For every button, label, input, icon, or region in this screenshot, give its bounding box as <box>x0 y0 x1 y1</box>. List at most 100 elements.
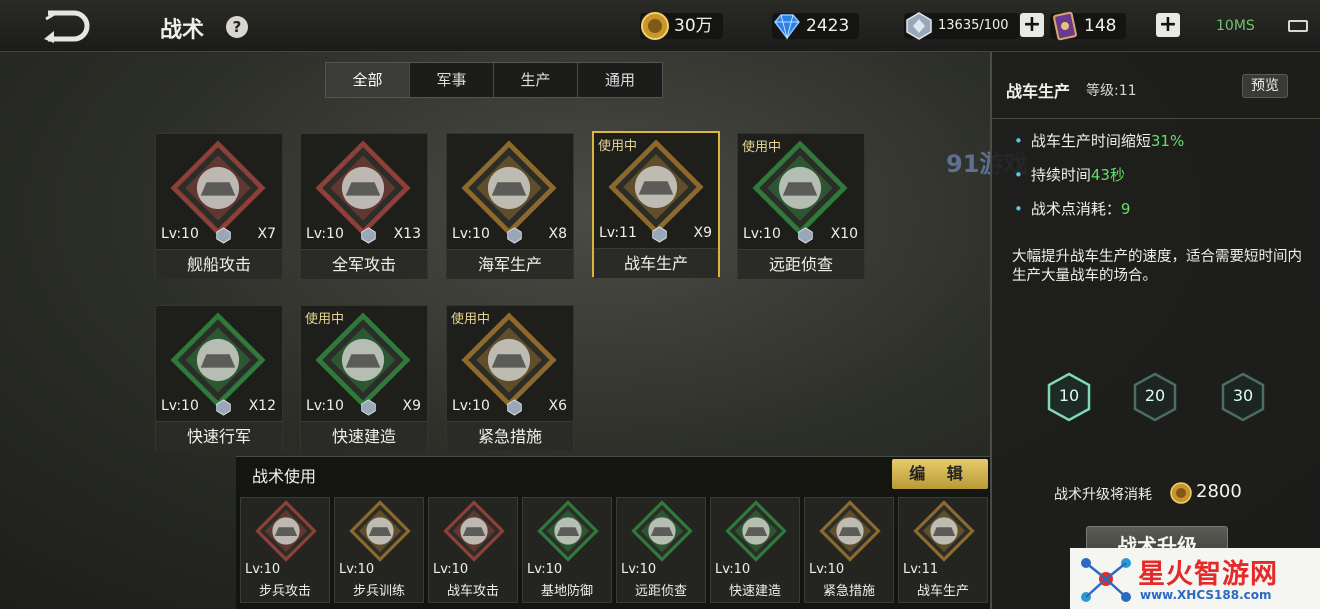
add-card-button[interactable]: + <box>1156 13 1180 37</box>
usage-slot[interactable]: Lv:10 基地防御 <box>522 497 612 603</box>
skill-name: 舰船攻击 <box>156 249 282 279</box>
usage-panel: 战术使用 编 辑 Lv:10 步兵攻击 Lv:10 步兵训练 Lv:10 战车攻击 Lv:1… <box>236 456 990 609</box>
slot-name: 战车攻击 <box>446 584 499 599</box>
gold-resource: 30万 <box>640 11 723 41</box>
slot-name: 远距侦查 <box>634 584 687 599</box>
usage-slot[interactable]: Lv:10 步兵攻击 <box>240 497 330 603</box>
crystal-icon <box>798 227 813 244</box>
detail-header: 战车生产 等级:11 预览 <box>992 72 1320 112</box>
skill-count: X10 <box>830 226 858 242</box>
slot-level: Lv:10 <box>433 562 469 577</box>
crystal-icon <box>216 227 231 244</box>
level-badge-10[interactable]: 10 <box>1046 372 1092 422</box>
skill-emblem-icon <box>913 500 975 562</box>
skill-emblem-icon <box>349 500 411 562</box>
skill-card-tank-production[interactable]: 使用中 Lv:11 X9 战车生产 <box>592 131 720 278</box>
skill-name: 战车生产 <box>594 248 718 278</box>
usage-slot[interactable]: Lv:10 战车攻击 <box>428 497 518 603</box>
skill-description: 大幅提升战车生产的速度，适合需要短时间内生产大量战车的场合。 <box>1012 249 1302 284</box>
skill-name: 快速建造 <box>301 421 427 451</box>
in-use-badge: 使用中 <box>742 140 782 155</box>
skill-card-navy-production[interactable]: Lv:10 X8 海军生产 <box>446 133 574 279</box>
skill-card-emergency-measures[interactable]: 使用中 Lv:10 X6 紧急措施 <box>446 305 574 451</box>
skill-emblem-icon <box>170 312 270 408</box>
tactic-card-icon <box>1053 11 1077 41</box>
level-badge-20[interactable]: 20 <box>1132 372 1178 422</box>
edit-button[interactable]: 编 辑 <box>892 459 988 489</box>
slot-name: 快速建造 <box>728 584 781 599</box>
skill-card-ship-attack[interactable]: Lv:10 X7 舰船攻击 <box>155 133 283 279</box>
tab-all[interactable]: 全部 <box>326 63 410 97</box>
skill-emblem-icon <box>170 140 270 236</box>
skill-emblem-icon <box>631 500 693 562</box>
skill-emblem-icon <box>443 500 505 562</box>
slot-level: Lv:10 <box>527 562 563 577</box>
usage-slot[interactable]: Lv:10 远距侦查 <box>616 497 706 603</box>
skill-count: X7 <box>257 226 277 242</box>
gold-coin-icon <box>641 12 669 40</box>
detail-panel: 战车生产 等级:11 预览 • 战车生产时间缩短31% • 持续时间43秒 • 战术点… <box>990 52 1320 609</box>
crystal-resource: 13635/100 <box>904 11 1019 41</box>
usage-title: 战术使用 <box>252 467 317 486</box>
usage-slot[interactable]: Lv:11 战车生产 <box>898 497 988 603</box>
top-bar: 战术 ? 30万 2423 13635/100 + 148 + 10MS <box>0 0 1320 52</box>
skill-level: Lv:10 <box>452 226 490 242</box>
gold-coin-icon <box>1170 482 1192 504</box>
skill-count: X6 <box>548 398 568 414</box>
page-title: 战术 <box>160 18 205 43</box>
skill-card-rapid-build[interactable]: 使用中 Lv:10 X9 快速建造 <box>300 305 428 451</box>
tab-general[interactable]: 通用 <box>578 63 662 97</box>
skill-level: Lv:10 <box>306 398 344 414</box>
tab-military[interactable]: 军事 <box>410 63 494 97</box>
usage-slot[interactable]: Lv:10 紧急措施 <box>804 497 894 603</box>
skill-card-rapid-march[interactable]: Lv:10 X12 快速行军 <box>155 305 283 451</box>
help-button[interactable]: ? <box>226 16 248 38</box>
slot-name: 步兵攻击 <box>258 584 311 599</box>
skill-count: X12 <box>248 398 276 414</box>
skill-level: Lv:10 <box>743 226 781 242</box>
skill-level: Lv:10 <box>161 398 199 414</box>
skill-emblem-icon <box>255 500 317 562</box>
preview-button[interactable]: 预览 <box>1242 74 1288 98</box>
in-use-badge: 使用中 <box>451 312 491 327</box>
skill-name: 紧急措施 <box>447 421 573 451</box>
add-crystal-button[interactable]: + <box>1020 13 1044 37</box>
usage-slot[interactable]: Lv:10 步兵训练 <box>334 497 424 603</box>
watermark-site-url: www.XHCS188.com <box>1140 588 1272 602</box>
skill-emblem-icon <box>725 500 787 562</box>
upgrade-cost-label: 战术升级将消耗 <box>1054 487 1152 503</box>
skill-count: X13 <box>393 226 421 242</box>
in-use-badge: 使用中 <box>598 139 638 154</box>
battery-icon <box>1288 20 1308 32</box>
slot-level: Lv:10 <box>621 562 657 577</box>
skill-name: 全军攻击 <box>301 249 427 279</box>
skill-level: Lv:10 <box>306 226 344 242</box>
skill-emblem-icon <box>315 140 415 236</box>
slot-level: Lv:10 <box>809 562 845 577</box>
skill-name: 海军生产 <box>447 249 573 279</box>
level-badge-30[interactable]: 30 <box>1220 372 1266 422</box>
network-logo-icon <box>1081 558 1131 602</box>
detail-level: 等级:11 <box>1086 83 1137 99</box>
skill-count: X8 <box>548 226 568 242</box>
filter-tabs: 全部 军事 生产 通用 <box>325 62 663 98</box>
divider <box>992 118 1320 119</box>
skill-level: Lv:10 <box>452 398 490 414</box>
usage-slot[interactable]: Lv:10 快速建造 <box>710 497 800 603</box>
crystal-icon <box>507 399 522 416</box>
skill-card-long-range-recon[interactable]: 使用中 Lv:10 X10 远距侦查 <box>737 133 865 279</box>
back-button[interactable] <box>40 8 94 44</box>
diamond-resource: 2423 <box>772 11 860 41</box>
skill-level: Lv:11 <box>599 225 637 241</box>
skill-count: X9 <box>693 225 713 241</box>
skill-card-all-army-attack[interactable]: Lv:10 X13 全军攻击 <box>300 133 428 279</box>
skill-level: Lv:10 <box>161 226 199 242</box>
slot-name: 基地防御 <box>540 584 593 599</box>
slot-level: Lv:10 <box>339 562 375 577</box>
stat-point-cost: • 战术点消耗：9 <box>1014 200 1131 218</box>
crystal-icon <box>361 399 376 416</box>
skill-name: 远距侦查 <box>738 249 864 279</box>
tab-production[interactable]: 生产 <box>494 63 578 97</box>
skill-emblem-icon <box>537 500 599 562</box>
stat-production-time: • 战车生产时间缩短31% <box>1014 132 1185 150</box>
